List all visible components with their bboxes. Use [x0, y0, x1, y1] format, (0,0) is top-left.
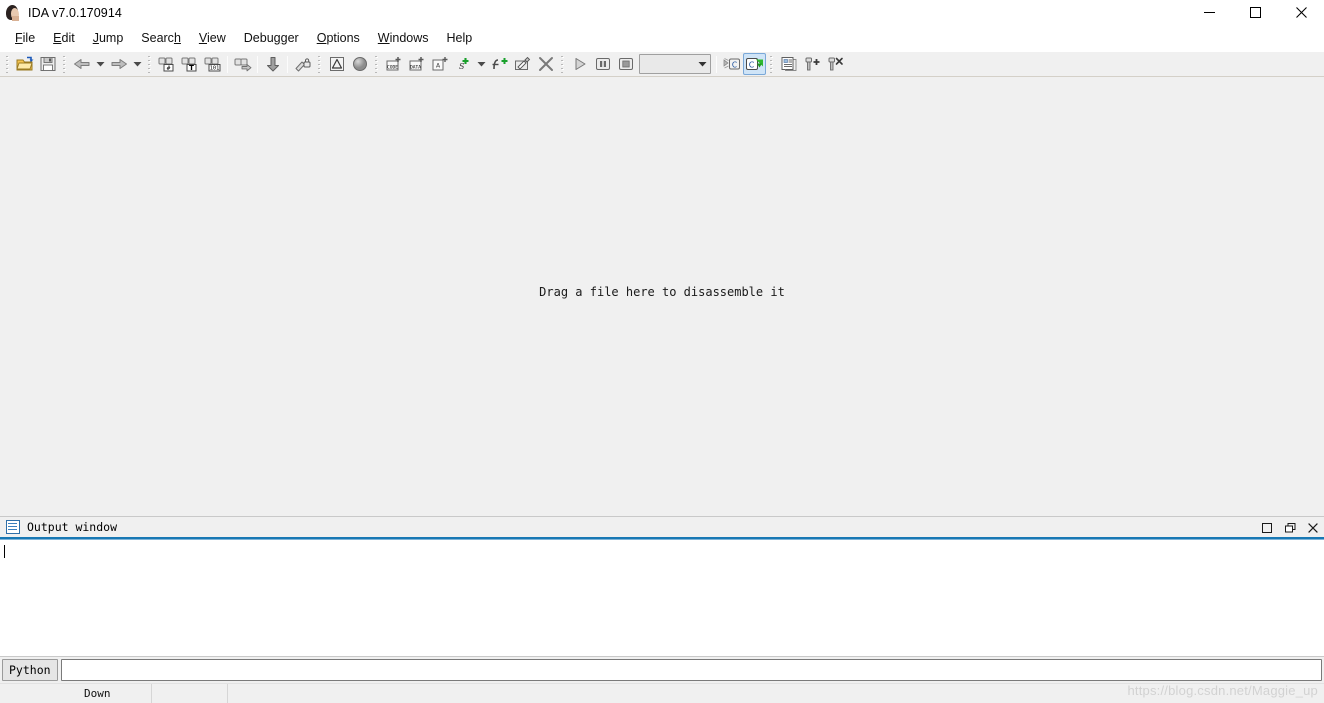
output-lines-icon: [6, 520, 20, 534]
forward-arrow-icon[interactable]: [107, 53, 130, 75]
text-caret: [4, 545, 5, 558]
search-text-icon[interactable]: T: [178, 53, 201, 75]
cli-language-button[interactable]: Python: [2, 659, 58, 681]
undefine-icon[interactable]: [534, 53, 557, 75]
decompile-on-icon[interactable]: C: [743, 53, 766, 75]
make-function-icon[interactable]: [488, 53, 511, 75]
menu-view[interactable]: View: [190, 28, 235, 48]
ida-main-window: IDA v7.0.170914 File Edit Jump Search Vi…: [0, 0, 1324, 703]
window-titlebar: IDA v7.0.170914: [0, 0, 1324, 25]
svg-text:C: C: [731, 60, 736, 69]
output-window-titlebar[interactable]: Output window: [0, 516, 1324, 537]
statusbar: Down: [0, 683, 1324, 703]
svg-text:101: 101: [209, 66, 219, 72]
status-cell-0: [0, 684, 76, 703]
pause-icon[interactable]: [591, 53, 614, 75]
make-code-icon[interactable]: CODE: [382, 53, 405, 75]
toolbar-grip[interactable]: [559, 55, 566, 73]
save-disk-icon[interactable]: [36, 53, 59, 75]
status-cell-down: Down: [76, 684, 152, 703]
menu-debugger[interactable]: Debugger: [235, 28, 308, 48]
back-dropdown-icon[interactable]: [93, 53, 107, 75]
output-window-controls: [1260, 517, 1320, 538]
chevron-down-icon[interactable]: [694, 55, 710, 73]
search-binary-icon[interactable]: 101: [201, 53, 224, 75]
close-icon[interactable]: [1278, 0, 1324, 25]
svg-text:C: C: [748, 60, 754, 69]
maximize-pane-icon[interactable]: [1260, 521, 1274, 535]
cli-input[interactable]: [60, 659, 1322, 681]
toolbar-separator: [716, 55, 717, 73]
ida-face-icon: [5, 4, 21, 21]
stop-icon[interactable]: [614, 53, 637, 75]
search-hex-icon[interactable]: #: [155, 53, 178, 75]
decompile-off-icon[interactable]: C: [720, 53, 743, 75]
toolbar-grip[interactable]: [768, 55, 775, 73]
forward-dropdown-icon[interactable]: [130, 53, 144, 75]
menu-file[interactable]: File: [6, 28, 44, 48]
menu-edit[interactable]: Edit: [44, 28, 84, 48]
menu-help[interactable]: Help: [438, 28, 482, 48]
status-cell-2: [152, 684, 228, 703]
edit-function-icon[interactable]: [511, 53, 534, 75]
menu-search[interactable]: Search: [132, 28, 190, 48]
status-cell-3: [228, 684, 1324, 703]
output-window-title: Output window: [27, 520, 118, 534]
menubar: File Edit Jump Search View Debugger Opti…: [0, 25, 1324, 51]
window-title: IDA v7.0.170914: [28, 5, 122, 20]
svg-text:CODE: CODE: [386, 64, 397, 70]
make-struct-icon[interactable]: S: [451, 53, 474, 75]
toolbar-grip[interactable]: [4, 55, 11, 73]
svg-text:#: #: [166, 65, 170, 72]
output-window: Output window: [0, 516, 1324, 657]
make-array-icon[interactable]: A: [428, 53, 451, 75]
main-toolbar: # T 101 CODE DATA A S C C: [0, 51, 1324, 77]
menu-jump[interactable]: Jump: [84, 28, 133, 48]
toolbar-grip[interactable]: [61, 55, 68, 73]
del-breakpoint-icon[interactable]: [823, 53, 846, 75]
maximize-icon[interactable]: [1232, 0, 1278, 25]
toolbar-grip[interactable]: [316, 55, 323, 73]
sphere-icon[interactable]: [348, 53, 371, 75]
toolbar-grip[interactable]: [146, 55, 153, 73]
run-play-icon[interactable]: [568, 53, 591, 75]
menu-windows[interactable]: Windows: [369, 28, 438, 48]
cli-row: Python: [0, 657, 1324, 683]
open-folder-icon[interactable]: [13, 53, 36, 75]
make-data-icon[interactable]: DATA: [405, 53, 428, 75]
restore-pane-icon[interactable]: [1283, 521, 1297, 535]
toolbar-separator: [227, 55, 228, 73]
window-controls: [1186, 0, 1324, 25]
close-pane-icon[interactable]: [1306, 521, 1320, 535]
debugger-select[interactable]: [639, 54, 711, 74]
back-arrow-icon[interactable]: [70, 53, 93, 75]
svg-text:T: T: [189, 64, 194, 72]
drop-file-hint: Drag a file here to disassemble it: [539, 284, 785, 299]
menu-options[interactable]: Options: [308, 28, 369, 48]
add-breakpoint-icon[interactable]: [800, 53, 823, 75]
toolbar-separator: [287, 55, 288, 73]
unexplored-icon[interactable]: [291, 53, 314, 75]
output-window-text[interactable]: [0, 540, 1324, 657]
jump-down-icon[interactable]: [261, 53, 284, 75]
search-next-icon[interactable]: [231, 53, 254, 75]
toolbar-separator: [257, 55, 258, 73]
struct-dropdown-icon[interactable]: [474, 53, 488, 75]
toolbar-grip[interactable]: [373, 55, 380, 73]
minimize-icon[interactable]: [1186, 0, 1232, 25]
warning-triangle-icon[interactable]: [325, 53, 348, 75]
svg-text:S: S: [459, 62, 465, 71]
list-icon[interactable]: [777, 53, 800, 75]
svg-text:DATA: DATA: [409, 64, 420, 70]
disassembly-workspace[interactable]: Drag a file here to disassemble it: [0, 77, 1324, 516]
